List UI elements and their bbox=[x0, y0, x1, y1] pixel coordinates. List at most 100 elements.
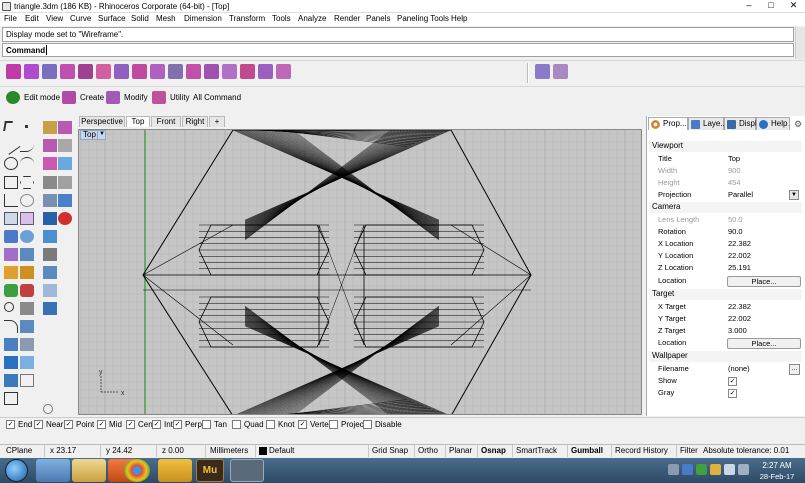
status-units[interactable]: Millimeters bbox=[210, 446, 248, 455]
tray-battery-icon[interactable] bbox=[738, 464, 749, 475]
edge-curves-icon[interactable] bbox=[20, 212, 34, 225]
patch-icon[interactable] bbox=[150, 64, 165, 79]
osnap-checkbox[interactable] bbox=[266, 420, 275, 429]
tab-layers[interactable]: Laye... bbox=[688, 117, 727, 130]
solid-box-icon[interactable] bbox=[4, 230, 18, 243]
mesh-tools-icon[interactable] bbox=[20, 248, 34, 261]
tab-front[interactable]: Front bbox=[151, 116, 181, 127]
tab-add[interactable]: + bbox=[209, 116, 225, 127]
menu-panels[interactable]: Panels bbox=[366, 14, 390, 23]
osnap-tan-toggle[interactable]: Tan bbox=[202, 420, 236, 430]
loft-icon[interactable] bbox=[24, 64, 39, 79]
rhino-taskbar-icon[interactable] bbox=[230, 459, 264, 482]
flyout-osnap-icon[interactable] bbox=[43, 121, 57, 134]
folder-taskbar-icon[interactable] bbox=[158, 459, 192, 482]
mesh-icon[interactable] bbox=[4, 248, 18, 261]
dimension-icon[interactable] bbox=[4, 266, 18, 279]
flyout-sweep-icon[interactable] bbox=[43, 157, 57, 170]
flyout-view-icon[interactable] bbox=[43, 302, 57, 315]
menu-edit[interactable]: Edit bbox=[25, 14, 39, 23]
arc-icon[interactable] bbox=[20, 157, 34, 170]
prop-z-location-value[interactable]: 25.191 bbox=[728, 262, 751, 274]
point-icon[interactable] bbox=[20, 121, 34, 134]
tab-display[interactable]: Displ... bbox=[724, 117, 763, 130]
minimize-button[interactable]: – bbox=[738, 0, 760, 12]
menu-view[interactable]: View bbox=[46, 14, 63, 23]
menu-transform[interactable]: Transform bbox=[229, 14, 265, 23]
menu-render[interactable]: Render bbox=[334, 14, 360, 23]
boolean-union-icon[interactable] bbox=[20, 284, 34, 297]
osnap-checkbox[interactable] bbox=[202, 420, 211, 429]
offset-surface-icon[interactable] bbox=[186, 64, 201, 79]
osnap-checkbox[interactable] bbox=[363, 420, 372, 429]
rebuild-surface-icon[interactable] bbox=[222, 64, 237, 79]
muse-taskbar-icon[interactable]: Mu bbox=[196, 459, 224, 482]
extrude-icon[interactable] bbox=[132, 64, 147, 79]
layer-color-swatch[interactable] bbox=[259, 447, 267, 455]
plane-surface-icon[interactable] bbox=[4, 212, 18, 225]
prop-rotation-value[interactable]: 90.0 bbox=[728, 226, 743, 238]
osnap-checkbox[interactable] bbox=[329, 420, 338, 429]
viewport-menu-dropdown[interactable]: ▼ bbox=[97, 130, 106, 140]
flyout-network-icon[interactable] bbox=[58, 157, 72, 170]
transform-icon[interactable] bbox=[4, 284, 18, 297]
command-input-caret[interactable] bbox=[46, 45, 47, 55]
flyout-mesh-icon[interactable] bbox=[43, 230, 57, 243]
target-place-button[interactable]: Place... bbox=[727, 338, 801, 349]
status-filter-toggle[interactable]: Filter bbox=[680, 446, 698, 455]
command-line[interactable]: Command: bbox=[2, 43, 794, 57]
tab-help[interactable]: Help bbox=[756, 117, 790, 130]
flyout-blend-icon[interactable] bbox=[58, 176, 72, 189]
mesh-box-icon[interactable] bbox=[553, 64, 568, 79]
osnap-vertex-toggle[interactable]: ✓ Vertex bbox=[298, 420, 333, 430]
flyout-shade-icon[interactable] bbox=[43, 212, 57, 225]
status-gumball-toggle[interactable]: Gumball bbox=[571, 446, 603, 455]
status-planar-toggle[interactable]: Planar bbox=[449, 446, 472, 455]
osnap-project-toggle[interactable]: Project bbox=[329, 420, 366, 430]
panel-gear-icon[interactable]: ⚙ bbox=[793, 120, 803, 130]
flyout-grid-icon[interactable] bbox=[43, 248, 57, 261]
top-viewport[interactable]: y x bbox=[78, 129, 642, 415]
prop-y-target-value[interactable]: 22.002 bbox=[728, 313, 751, 325]
rectangle-icon[interactable] bbox=[4, 176, 18, 189]
modify-button[interactable]: Modify bbox=[106, 90, 150, 106]
status-osnap-toggle[interactable]: Osnap bbox=[481, 446, 506, 455]
surface-from-curves-icon[interactable] bbox=[6, 64, 21, 79]
flyout-extrude-icon[interactable] bbox=[58, 139, 72, 152]
menu-analyze[interactable]: Analyze bbox=[298, 14, 326, 23]
tab-right[interactable]: Right bbox=[182, 116, 208, 127]
revolve-icon[interactable] bbox=[60, 64, 75, 79]
menu-paneling-tools[interactable]: Paneling Tools bbox=[397, 14, 449, 23]
solid-sphere-icon[interactable] bbox=[20, 230, 34, 243]
box-icon[interactable] bbox=[114, 64, 129, 79]
tray-arrow-icon[interactable] bbox=[668, 464, 679, 475]
cplane-icon[interactable] bbox=[4, 374, 18, 387]
tab-properties[interactable]: Prop... bbox=[648, 117, 688, 130]
flyout-loft-icon[interactable] bbox=[43, 139, 57, 152]
flyout-rail-icon[interactable] bbox=[43, 176, 57, 189]
flyout-patch-icon[interactable] bbox=[43, 194, 57, 207]
palette-settings-icon[interactable] bbox=[43, 404, 53, 414]
blend-surface-icon[interactable] bbox=[168, 64, 183, 79]
untrim-icon[interactable] bbox=[240, 64, 255, 79]
osnap-near-toggle[interactable]: ✓ Near bbox=[34, 420, 68, 430]
join-surface-icon[interactable] bbox=[276, 64, 291, 79]
explode-icon[interactable] bbox=[20, 302, 34, 315]
projection-dropdown-arrow[interactable]: ▼ bbox=[789, 190, 799, 200]
tray-app-icon[interactable] bbox=[696, 464, 707, 475]
flyout-help-icon[interactable] bbox=[58, 212, 72, 225]
tray-volume-icon[interactable] bbox=[724, 464, 735, 475]
menu-surface[interactable]: Surface bbox=[98, 14, 126, 23]
chrome-taskbar-icon[interactable] bbox=[124, 459, 150, 482]
text-object-icon[interactable] bbox=[4, 338, 18, 351]
close-button[interactable]: ✕ bbox=[782, 0, 805, 12]
osnap-checkbox[interactable]: ✓ bbox=[152, 420, 161, 429]
osnap-point-toggle[interactable]: ✓ Point bbox=[64, 420, 98, 430]
tab-top[interactable]: Top bbox=[126, 116, 150, 127]
network-surface-icon[interactable] bbox=[78, 64, 93, 79]
prop-title-value[interactable]: Top bbox=[728, 153, 740, 165]
osnap-quad-toggle[interactable]: Quad bbox=[232, 420, 266, 430]
taskbar-clock-date[interactable]: 28-Feb-17 bbox=[757, 472, 797, 481]
status-cplane[interactable]: CPlane bbox=[6, 446, 32, 455]
osnap-disable-toggle[interactable]: Disable bbox=[363, 420, 402, 430]
